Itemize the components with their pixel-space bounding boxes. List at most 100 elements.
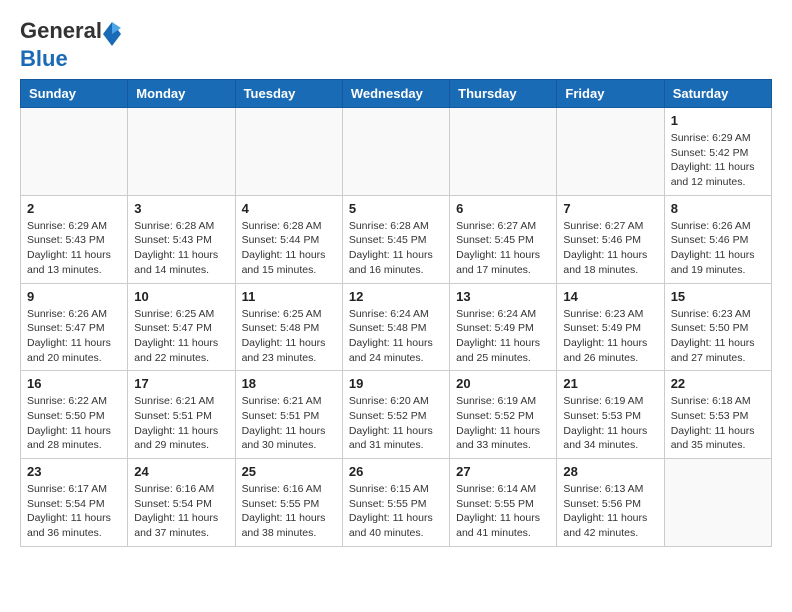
day-info: Sunrise: 6:26 AMSunset: 5:47 PMDaylight:… [27,307,121,366]
day-number: 25 [242,464,336,479]
calendar-week-1: 1 Sunrise: 6:29 AMSunset: 5:42 PMDaylight… [21,108,772,196]
day-number: 22 [671,376,765,391]
day-number: 14 [563,289,657,304]
day-number: 26 [349,464,443,479]
calendar-cell [450,108,557,196]
calendar-header-friday: Friday [557,80,664,108]
calendar-cell: 25 Sunrise: 6:16 AMSunset: 5:55 PMDayligh… [235,459,342,547]
day-info: Sunrise: 6:24 AMSunset: 5:48 PMDaylight:… [349,307,443,366]
calendar-cell: 14 Sunrise: 6:23 AMSunset: 5:49 PMDayligh… [557,283,664,371]
day-number: 2 [27,201,121,216]
calendar-header-saturday: Saturday [664,80,771,108]
calendar-cell [128,108,235,196]
calendar-cell: 11 Sunrise: 6:25 AMSunset: 5:48 PMDayligh… [235,283,342,371]
day-info: Sunrise: 6:23 AMSunset: 5:50 PMDaylight:… [671,307,765,366]
day-number: 24 [134,464,228,479]
day-info: Sunrise: 6:29 AMSunset: 5:42 PMDaylight:… [671,131,765,190]
day-info: Sunrise: 6:24 AMSunset: 5:49 PMDaylight:… [456,307,550,366]
calendar-cell: 15 Sunrise: 6:23 AMSunset: 5:50 PMDayligh… [664,283,771,371]
calendar-cell [342,108,449,196]
day-info: Sunrise: 6:21 AMSunset: 5:51 PMDaylight:… [242,394,336,453]
calendar-cell: 8 Sunrise: 6:26 AMSunset: 5:46 PMDaylight… [664,195,771,283]
day-number: 21 [563,376,657,391]
day-info: Sunrise: 6:21 AMSunset: 5:51 PMDaylight:… [134,394,228,453]
day-info: Sunrise: 6:16 AMSunset: 5:54 PMDaylight:… [134,482,228,541]
day-number: 23 [27,464,121,479]
logo-blue: Blue [20,46,68,71]
day-number: 20 [456,376,550,391]
calendar-cell: 4Sunrise: 6:28 AMSunset: 5:44 PMDaylight… [235,195,342,283]
day-number: 6 [456,201,550,216]
calendar-cell: 28 Sunrise: 6:13 AMSunset: 5:56 PMDayligh… [557,459,664,547]
day-info: Sunrise: 6:26 AMSunset: 5:46 PMDaylight:… [671,219,765,278]
day-number: 5 [349,201,443,216]
day-number: 8 [671,201,765,216]
day-number: 11 [242,289,336,304]
calendar-cell: 27Sunrise: 6:14 AMSunset: 5:55 PMDayligh… [450,459,557,547]
calendar-cell: 3 Sunrise: 6:28 AMSunset: 5:43 PMDaylight… [128,195,235,283]
day-info: Sunrise: 6:14 AMSunset: 5:55 PMDaylight:… [456,482,550,541]
calendar-cell: 6 Sunrise: 6:27 AMSunset: 5:45 PMDaylight… [450,195,557,283]
day-info: Sunrise: 6:27 AMSunset: 5:45 PMDaylight:… [456,219,550,278]
day-info: Sunrise: 6:18 AMSunset: 5:53 PMDaylight:… [671,394,765,453]
day-number: 4 [242,201,336,216]
day-info: Sunrise: 6:25 AMSunset: 5:47 PMDaylight:… [134,307,228,366]
day-info: Sunrise: 6:29 AMSunset: 5:43 PMDaylight:… [27,219,121,278]
calendar-week-3: 9 Sunrise: 6:26 AMSunset: 5:47 PMDaylight… [21,283,772,371]
calendar-week-5: 23 Sunrise: 6:17 AMSunset: 5:54 PMDayligh… [21,459,772,547]
calendar-cell: 23 Sunrise: 6:17 AMSunset: 5:54 PMDayligh… [21,459,128,547]
calendar-cell [21,108,128,196]
calendar-cell: 13 Sunrise: 6:24 AMSunset: 5:49 PMDayligh… [450,283,557,371]
day-number: 16 [27,376,121,391]
day-number: 28 [563,464,657,479]
day-info: Sunrise: 6:28 AMSunset: 5:45 PMDaylight:… [349,219,443,278]
day-info: Sunrise: 6:15 AMSunset: 5:55 PMDaylight:… [349,482,443,541]
calendar-cell: 24 Sunrise: 6:16 AMSunset: 5:54 PMDayligh… [128,459,235,547]
calendar-table: SundayMondayTuesdayWednesdayThursdayFrid… [20,79,772,547]
day-number: 15 [671,289,765,304]
calendar-cell [235,108,342,196]
day-info: Sunrise: 6:19 AMSunset: 5:52 PMDaylight:… [456,394,550,453]
day-number: 12 [349,289,443,304]
calendar-header-thursday: Thursday [450,80,557,108]
calendar-week-2: 2 Sunrise: 6:29 AMSunset: 5:43 PMDaylight… [21,195,772,283]
day-info: Sunrise: 6:23 AMSunset: 5:49 PMDaylight:… [563,307,657,366]
day-info: Sunrise: 6:16 AMSunset: 5:55 PMDaylight:… [242,482,336,541]
calendar-header-wednesday: Wednesday [342,80,449,108]
calendar-cell: 20 Sunrise: 6:19 AMSunset: 5:52 PMDayligh… [450,371,557,459]
logo-general: General [20,18,102,43]
calendar-cell: 21 Sunrise: 6:19 AMSunset: 5:53 PMDayligh… [557,371,664,459]
day-info: Sunrise: 6:28 AMSunset: 5:43 PMDaylight:… [134,219,228,278]
day-number: 9 [27,289,121,304]
calendar-cell: 16 Sunrise: 6:22 AMSunset: 5:50 PMDayligh… [21,371,128,459]
day-info: Sunrise: 6:13 AMSunset: 5:56 PMDaylight:… [563,482,657,541]
calendar-cell: 9 Sunrise: 6:26 AMSunset: 5:47 PMDaylight… [21,283,128,371]
logo-icon [103,20,121,48]
calendar-cell: 17Sunrise: 6:21 AMSunset: 5:51 PMDayligh… [128,371,235,459]
day-info: Sunrise: 6:20 AMSunset: 5:52 PMDaylight:… [349,394,443,453]
day-number: 10 [134,289,228,304]
calendar-cell: 26 Sunrise: 6:15 AMSunset: 5:55 PMDayligh… [342,459,449,547]
day-info: Sunrise: 6:19 AMSunset: 5:53 PMDaylight:… [563,394,657,453]
page-header: General Blue [20,20,772,71]
day-number: 13 [456,289,550,304]
calendar-cell [664,459,771,547]
day-info: Sunrise: 6:17 AMSunset: 5:54 PMDaylight:… [27,482,121,541]
calendar-cell: 2 Sunrise: 6:29 AMSunset: 5:43 PMDaylight… [21,195,128,283]
calendar-header-monday: Monday [128,80,235,108]
logo: General Blue [20,20,122,71]
day-number: 7 [563,201,657,216]
calendar-cell: 18 Sunrise: 6:21 AMSunset: 5:51 PMDayligh… [235,371,342,459]
day-info: Sunrise: 6:25 AMSunset: 5:48 PMDaylight:… [242,307,336,366]
calendar-cell [557,108,664,196]
calendar-cell: 22 Sunrise: 6:18 AMSunset: 5:53 PMDayligh… [664,371,771,459]
day-number: 19 [349,376,443,391]
day-number: 1 [671,113,765,128]
calendar-cell: 12 Sunrise: 6:24 AMSunset: 5:48 PMDayligh… [342,283,449,371]
calendar-cell: 1 Sunrise: 6:29 AMSunset: 5:42 PMDaylight… [664,108,771,196]
day-info: Sunrise: 6:22 AMSunset: 5:50 PMDaylight:… [27,394,121,453]
day-number: 18 [242,376,336,391]
day-number: 3 [134,201,228,216]
calendar-header-row: SundayMondayTuesdayWednesdayThursdayFrid… [21,80,772,108]
calendar-week-4: 16 Sunrise: 6:22 AMSunset: 5:50 PMDayligh… [21,371,772,459]
